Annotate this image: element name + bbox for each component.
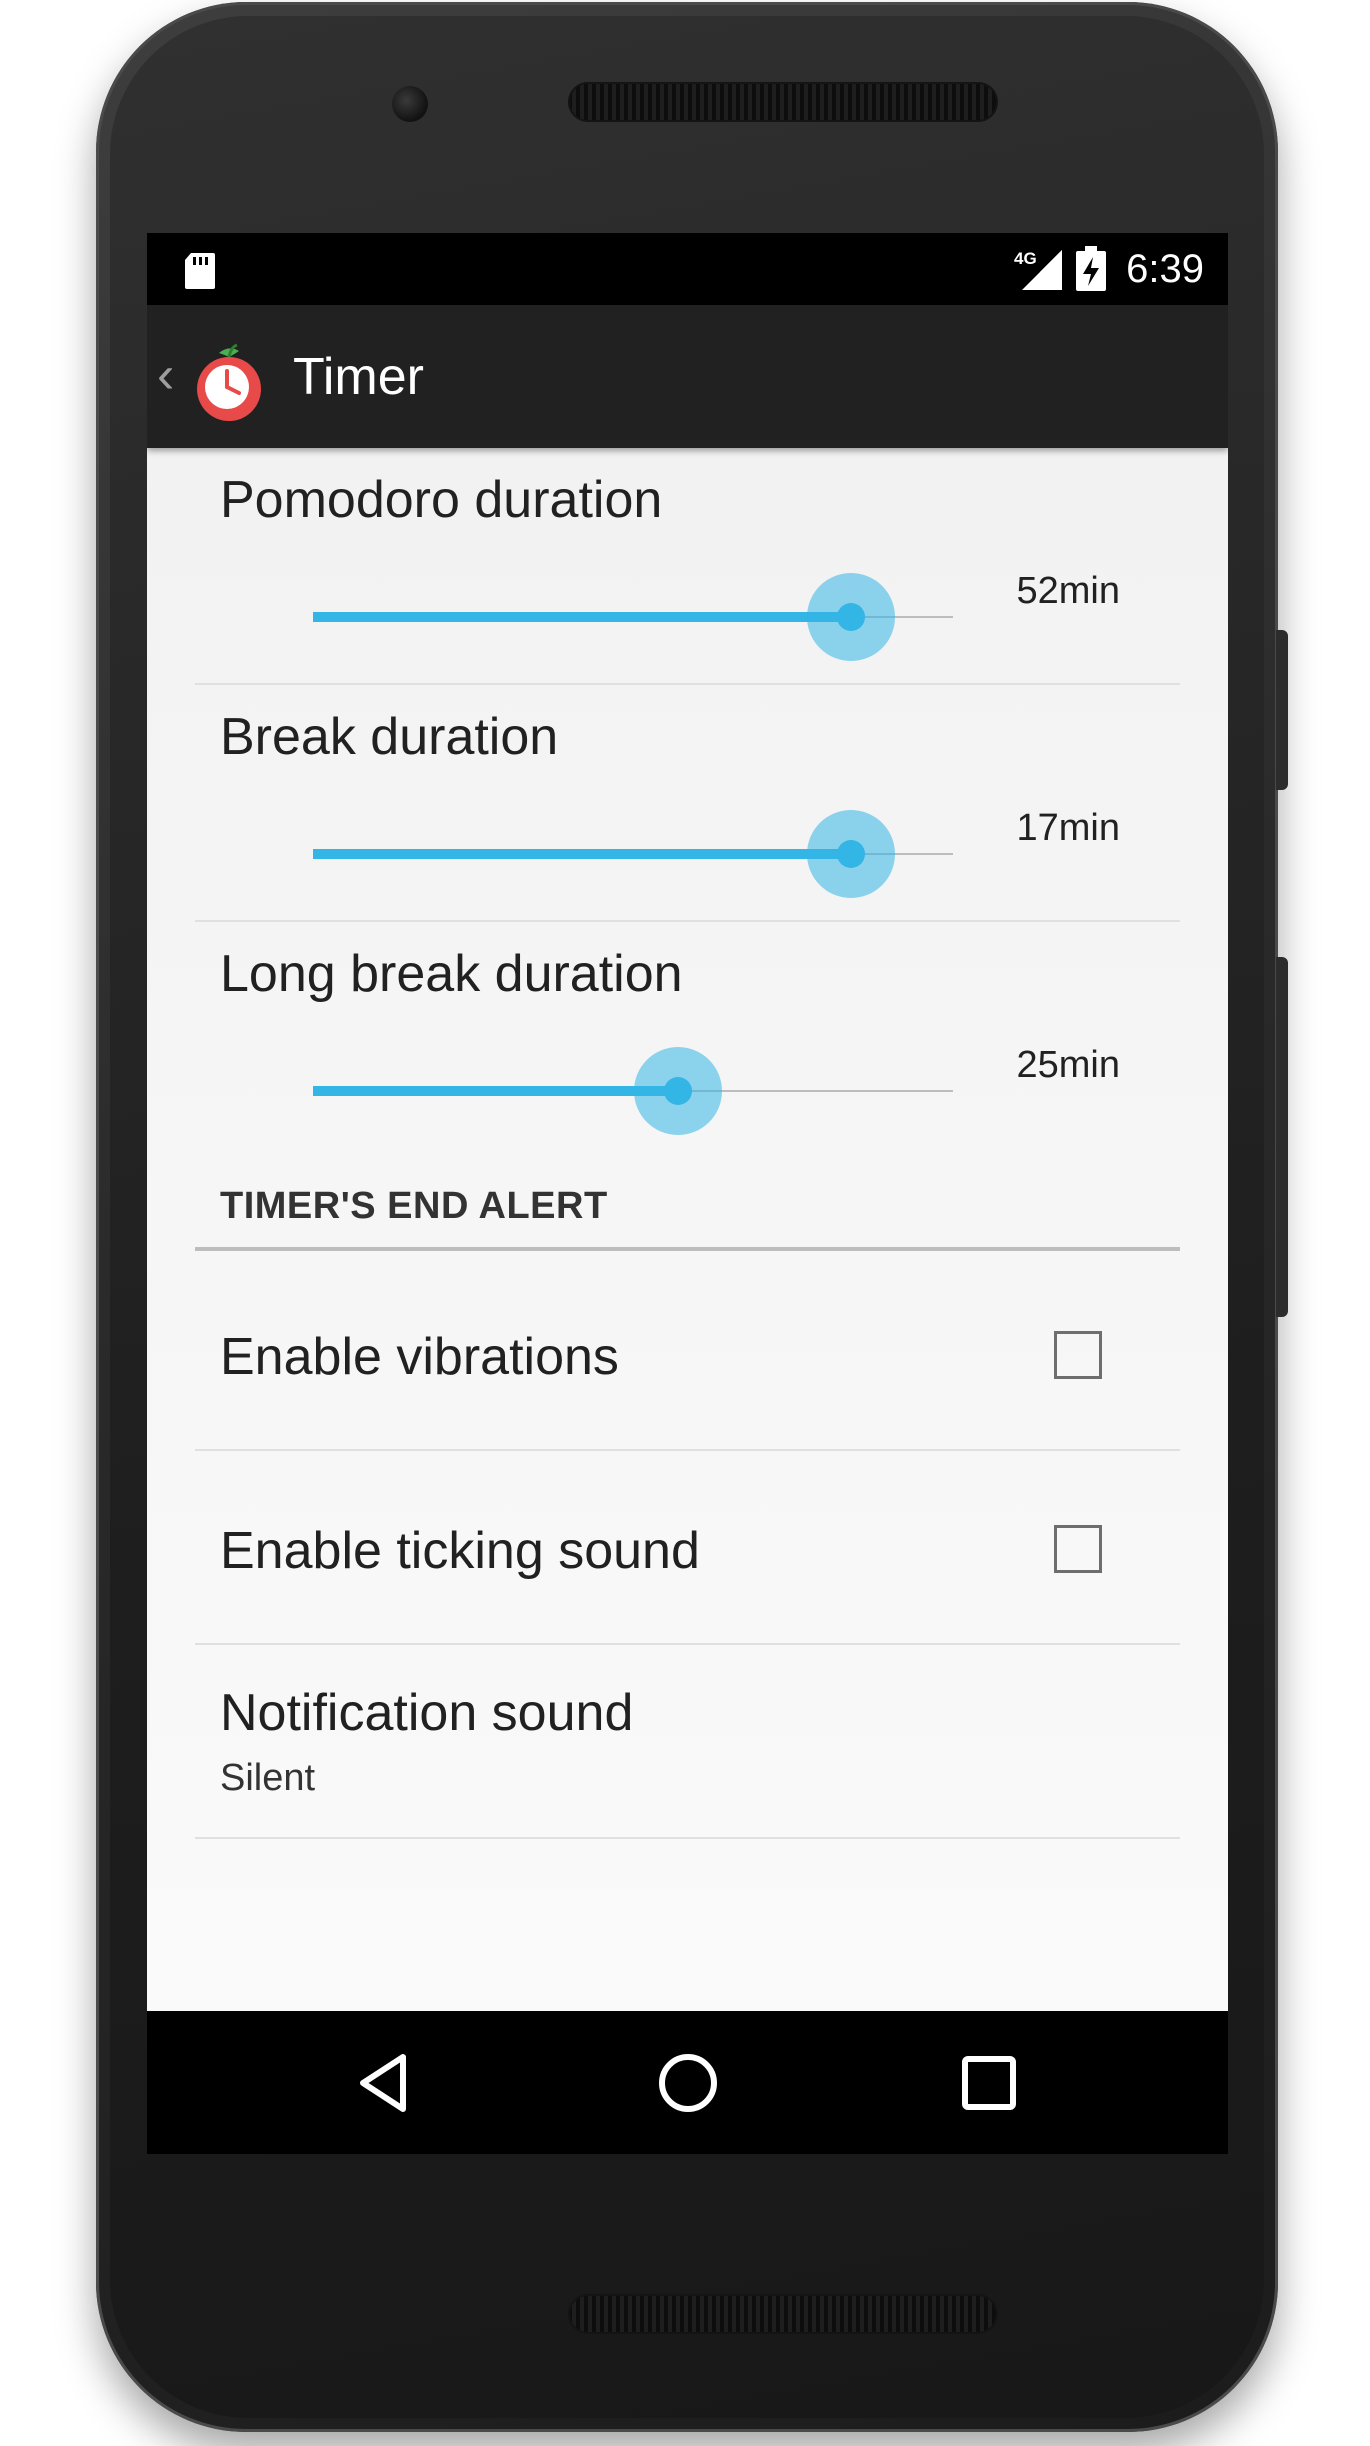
slider-fill bbox=[313, 849, 851, 859]
notification-sound-summary: Silent bbox=[220, 1757, 316, 1799]
notification-sound-preference[interactable]: Notification sound Silent bbox=[195, 1645, 1180, 1839]
action-bar: ‹ Timer bbox=[147, 305, 1228, 448]
enable-vibrations-title: Enable vibrations bbox=[220, 1328, 619, 1386]
network-type-label: 4G bbox=[1014, 249, 1037, 268]
pomodoro-duration-slider[interactable] bbox=[313, 573, 953, 661]
break-duration-preference: Break duration 17min bbox=[195, 685, 1180, 922]
timer-end-alert-category: TIMER'S END ALERT bbox=[195, 1159, 1180, 1251]
pomodoro-duration-preference: Pomodoro duration 52min bbox=[195, 448, 1180, 685]
screen: 4G 6:39 ‹ Timer Pomodoro duration 52min … bbox=[147, 233, 1228, 2154]
category-header: TIMER'S END ALERT bbox=[220, 1185, 608, 1227]
long-break-duration-title: Long break duration bbox=[220, 945, 683, 1003]
slider-fill bbox=[313, 612, 851, 622]
enable-vibrations-checkbox[interactable] bbox=[1054, 1331, 1102, 1379]
front-camera bbox=[392, 86, 428, 122]
slider-thumb[interactable] bbox=[836, 603, 865, 631]
long-break-duration-preference: Long break duration 25min bbox=[195, 922, 1180, 1159]
status-time: 6:39 bbox=[1126, 246, 1204, 291]
long-break-duration-slider[interactable] bbox=[313, 1047, 953, 1135]
navigation-bar bbox=[147, 2011, 1228, 2154]
break-duration-title: Break duration bbox=[220, 708, 559, 766]
notification-sound-title: Notification sound bbox=[220, 1684, 634, 1742]
long-break-duration-value: 25min bbox=[1016, 1044, 1121, 1086]
enable-ticking-sound-title: Enable ticking sound bbox=[220, 1522, 700, 1580]
enable-vibrations-preference[interactable]: Enable vibrations bbox=[195, 1257, 1180, 1451]
recents-icon[interactable] bbox=[953, 2047, 1025, 2119]
battery-charging-icon bbox=[1076, 246, 1107, 291]
slider-thumb[interactable] bbox=[836, 840, 865, 868]
preferences-list: Pomodoro duration 52min Break duration 1… bbox=[147, 448, 1228, 2011]
pomodoro-duration-title: Pomodoro duration bbox=[220, 471, 663, 529]
tomato-timer-app-icon bbox=[197, 343, 261, 421]
enable-ticking-sound-checkbox[interactable] bbox=[1054, 1525, 1102, 1573]
bottom-speaker bbox=[568, 2294, 998, 2334]
break-duration-slider[interactable] bbox=[313, 810, 953, 898]
sd-card-icon bbox=[185, 253, 215, 289]
up-caret-icon: ‹ bbox=[157, 346, 175, 404]
slider-fill bbox=[313, 1086, 678, 1096]
status-bar: 4G 6:39 bbox=[147, 233, 1228, 305]
pomodoro-duration-value: 52min bbox=[1016, 570, 1121, 612]
app-title: Timer bbox=[293, 348, 424, 406]
slider-thumb[interactable] bbox=[663, 1077, 692, 1105]
break-duration-value: 17min bbox=[1016, 807, 1121, 849]
status-icons: 4G 6:39 bbox=[1012, 233, 1204, 305]
back-icon[interactable] bbox=[349, 2047, 421, 2119]
power-button bbox=[1276, 630, 1288, 790]
earpiece-speaker bbox=[568, 82, 998, 122]
home-icon[interactable] bbox=[652, 2047, 724, 2119]
signal-icon: 4G bbox=[1014, 249, 1063, 290]
enable-ticking-sound-preference[interactable]: Enable ticking sound bbox=[195, 1451, 1180, 1645]
volume-button bbox=[1276, 957, 1288, 1317]
